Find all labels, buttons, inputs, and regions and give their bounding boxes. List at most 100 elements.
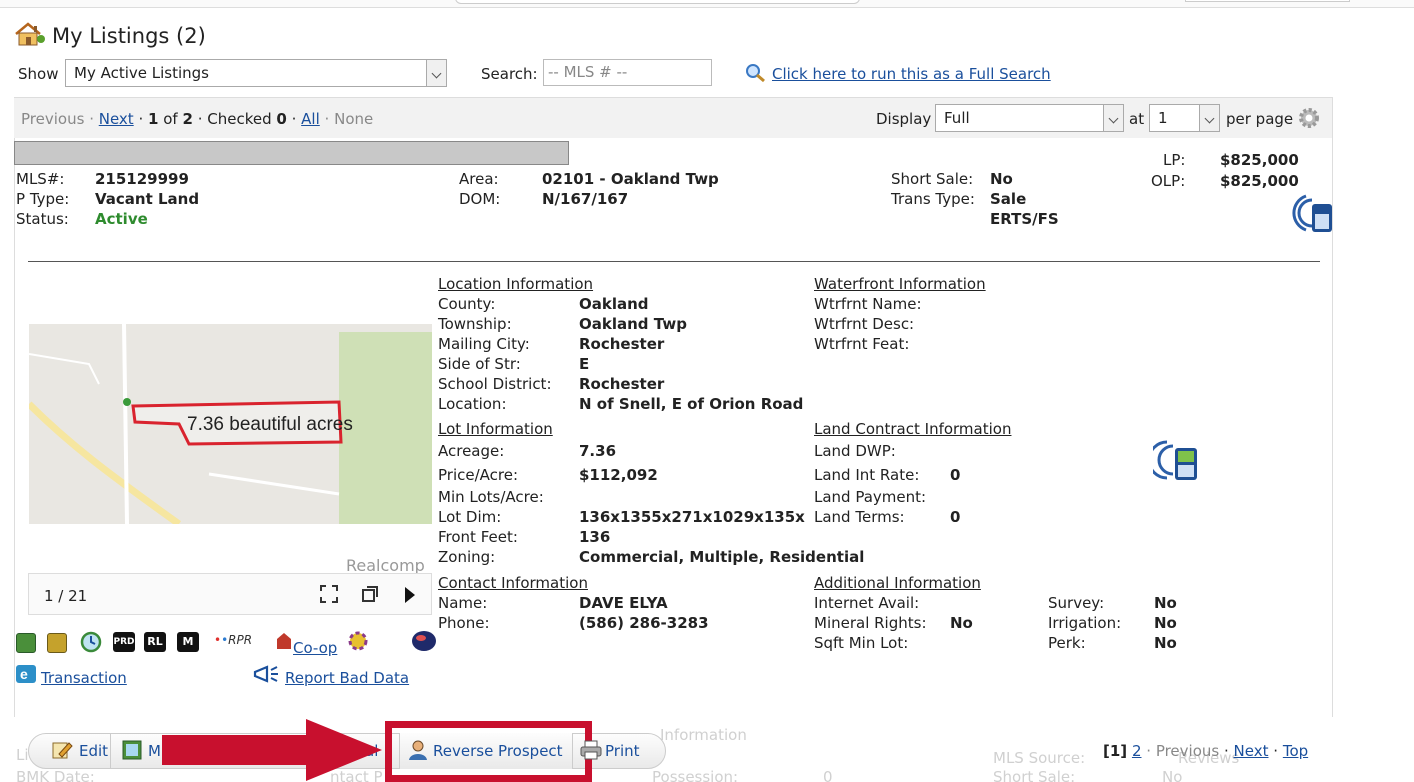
history-clock-icon[interactable] xyxy=(80,631,102,653)
prd-icon[interactable]: PRD xyxy=(113,632,135,652)
top-search-box[interactable] xyxy=(455,0,860,4)
area-value: 02101 - Oakland Twp xyxy=(542,170,719,188)
top-strip xyxy=(0,0,1414,8)
land-contract-label: Land Payment: xyxy=(814,488,927,506)
location-label: School District: xyxy=(438,375,552,393)
per-page-label: per page xyxy=(1226,110,1294,128)
report-bad-data-link[interactable]: Report Bad Data xyxy=(285,669,409,687)
additional-heading: Additional Information xyxy=(814,574,981,592)
lot-label: Front Feet: xyxy=(438,528,518,546)
coop-icon[interactable] xyxy=(275,631,293,651)
photo-icon[interactable] xyxy=(16,633,36,653)
status-value: Active xyxy=(95,210,148,228)
ghost-mls-source: MLS Source: xyxy=(993,749,1086,767)
additional-label: Survey: xyxy=(1048,594,1105,612)
popout-icon[interactable] xyxy=(361,585,379,603)
edit-button[interactable]: Edit xyxy=(79,742,108,760)
map-icon xyxy=(122,740,142,760)
listing-header-bar xyxy=(14,141,569,165)
location-value: E xyxy=(579,355,590,373)
gallery-icon[interactable] xyxy=(47,633,67,653)
trans-type-label: Trans Type: xyxy=(891,190,975,208)
top-right-box[interactable] xyxy=(1185,0,1350,2)
check-all-link[interactable]: All xyxy=(301,110,320,128)
position-current: 1 xyxy=(148,110,159,128)
ghost-li: Li xyxy=(16,746,29,764)
at-label: at xyxy=(1129,110,1145,128)
magnifier-icon xyxy=(746,64,765,83)
short-sale-value: No xyxy=(990,170,1013,188)
lot-value: 7.36 xyxy=(579,442,617,460)
check-none-link[interactable]: None xyxy=(334,110,373,128)
chevron-down-icon xyxy=(426,60,446,86)
area-label: Area: xyxy=(459,170,499,188)
megaphone-icon[interactable] xyxy=(253,664,279,684)
ghost-short-sale: Short Sale: xyxy=(993,768,1076,782)
mortgage-calculator-icon[interactable] xyxy=(1292,192,1332,234)
additional-label: Mineral Rights: xyxy=(814,614,927,632)
waterfront-label: Wtrfrnt Feat: xyxy=(814,335,910,353)
location-value: N of Snell, E of Orion Road xyxy=(579,395,804,413)
map-button[interactable]: M xyxy=(148,742,161,760)
mls-search-placeholder: -- MLS # -- xyxy=(548,63,628,81)
trans-type-value: Sale xyxy=(990,190,1027,208)
colorwheel-icon[interactable] xyxy=(348,631,368,651)
globe-icon[interactable] xyxy=(410,629,438,653)
map-image: 7.36 beautiful acres xyxy=(29,324,432,524)
edit-icon xyxy=(52,742,73,759)
highlight-box xyxy=(385,721,592,782)
waterfront-label: Wtrfrnt Name: xyxy=(814,295,922,313)
m-icon[interactable]: M xyxy=(177,632,199,652)
pager-previous[interactable]: Previous xyxy=(1156,742,1219,760)
show-select-value: My Active Listings xyxy=(74,64,209,82)
land-contract-value: 0 xyxy=(950,508,961,526)
rpr-label: RPR xyxy=(228,633,253,647)
pager-page-2[interactable]: 2 xyxy=(1132,742,1142,760)
mls-search-input[interactable]: -- MLS # -- xyxy=(543,59,712,86)
per-page-value: 1 xyxy=(1158,109,1168,127)
page-title: My Listings (2) xyxy=(14,22,206,48)
next-link[interactable]: Next xyxy=(99,110,134,128)
transaction-link[interactable]: Transaction xyxy=(41,669,127,687)
location-value: Rochester xyxy=(579,335,665,353)
lot-label: Zoning: xyxy=(438,548,496,566)
pager-current: [1] xyxy=(1103,742,1128,760)
lot-label: Min Lots/Acre: xyxy=(438,488,544,506)
rpr-icon[interactable]: ••RPR xyxy=(214,633,252,647)
gear-icon[interactable] xyxy=(1297,106,1321,130)
full-search-link[interactable]: Click here to run this as a Full Search xyxy=(772,65,1051,83)
lot-value: $112,092 xyxy=(579,466,658,484)
previous-link[interactable]: Previous xyxy=(21,110,84,128)
location-label: Mailing City: xyxy=(438,335,530,353)
fullscreen-icon[interactable] xyxy=(319,584,339,604)
contact-label: Name: xyxy=(438,594,488,612)
land-contract-label: Land DWP: xyxy=(814,442,896,460)
display-select[interactable]: Full xyxy=(935,104,1124,132)
transaction-icon[interactable]: e xyxy=(15,664,37,684)
pager-top[interactable]: Top xyxy=(1283,742,1308,760)
additional-label: Irrigation: xyxy=(1048,614,1122,632)
chevron-down-icon xyxy=(1199,105,1219,131)
trans-type-value-2: ERTS/FS xyxy=(990,210,1059,228)
land-contract-calculator-icon[interactable] xyxy=(1153,438,1199,482)
results-nav: Previous · Next · 1 of 2 · Checked 0 · A… xyxy=(21,110,374,128)
additional-value: No xyxy=(1154,614,1177,632)
svg-text:e: e xyxy=(20,666,28,682)
show-select[interactable]: My Active Listings xyxy=(65,59,447,87)
print-button[interactable]: Print xyxy=(605,742,640,760)
listing-photo-map[interactable]: 7.36 beautiful acres xyxy=(29,324,432,524)
lot-heading: Lot Information xyxy=(438,420,553,438)
next-photo-icon[interactable] xyxy=(403,586,417,604)
contact-label: Phone: xyxy=(438,614,490,632)
search-label: Search: xyxy=(481,65,538,83)
coop-link[interactable]: Co-op xyxy=(293,639,337,657)
rl-icon[interactable]: RL xyxy=(144,632,166,652)
section-divider xyxy=(28,261,1320,262)
per-page-select[interactable]: 1 xyxy=(1149,104,1220,132)
position-total: 2 xyxy=(182,110,193,128)
dom-value: N/167/167 xyxy=(542,190,629,208)
pager-next[interactable]: Next xyxy=(1234,742,1269,760)
location-label: Location: xyxy=(438,395,507,413)
annotation-arrowhead xyxy=(306,719,382,781)
additional-value: No xyxy=(950,614,973,632)
